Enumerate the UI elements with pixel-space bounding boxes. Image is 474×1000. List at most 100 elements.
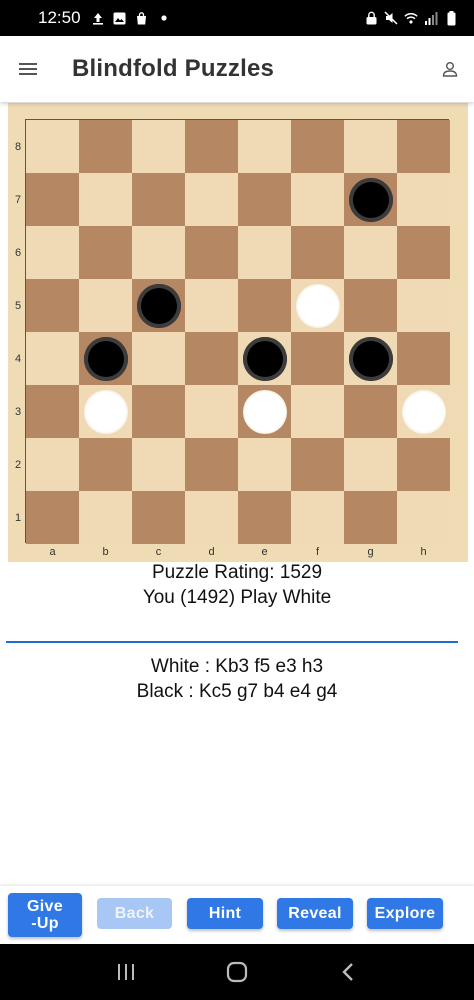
square-c1[interactable] xyxy=(132,491,185,544)
square-b4[interactable] xyxy=(79,332,132,385)
square-c5[interactable] xyxy=(132,279,185,332)
square-g1[interactable] xyxy=(344,491,397,544)
square-f5[interactable] xyxy=(291,279,344,332)
square-d3[interactable] xyxy=(185,385,238,438)
square-e5[interactable] xyxy=(238,279,291,332)
square-h4[interactable] xyxy=(397,332,450,385)
system-nav-bar xyxy=(0,944,474,1000)
square-c3[interactable] xyxy=(132,385,185,438)
square-d2[interactable] xyxy=(185,438,238,491)
back-button[interactable]: Back xyxy=(97,898,172,929)
square-a8[interactable] xyxy=(26,120,79,173)
square-b5[interactable] xyxy=(79,279,132,332)
square-b8[interactable] xyxy=(79,120,132,173)
page-title: Blindfold Puzzles xyxy=(72,55,275,82)
square-c6[interactable] xyxy=(132,226,185,279)
square-d4[interactable] xyxy=(185,332,238,385)
square-g8[interactable] xyxy=(344,120,397,173)
black-piece-b4[interactable] xyxy=(83,336,128,381)
rank-label-1: 1 xyxy=(14,512,22,524)
square-e4[interactable] xyxy=(238,332,291,385)
board-frame: 8 7 6 5 4 3 2 1 a b c d e f g h xyxy=(8,103,468,562)
divider xyxy=(6,641,458,643)
square-b3[interactable] xyxy=(79,385,132,438)
home-icon[interactable] xyxy=(217,952,257,992)
white-piece-b3[interactable] xyxy=(83,389,128,434)
square-a5[interactable] xyxy=(26,279,79,332)
hamburger-menu-icon[interactable] xyxy=(0,36,56,102)
lock-icon xyxy=(364,11,378,25)
action-toolbar: Give-Up Back Hint Reveal Explore xyxy=(0,886,474,944)
square-h8[interactable] xyxy=(397,120,450,173)
square-b7[interactable] xyxy=(79,173,132,226)
black-piece-g4[interactable] xyxy=(348,336,393,381)
square-a6[interactable] xyxy=(26,226,79,279)
square-d7[interactable] xyxy=(185,173,238,226)
checkers-board[interactable] xyxy=(25,119,450,544)
reveal-button[interactable]: Reveal xyxy=(277,898,353,929)
square-f6[interactable] xyxy=(291,226,344,279)
square-f2[interactable] xyxy=(291,438,344,491)
square-a2[interactable] xyxy=(26,438,79,491)
white-piece-h3[interactable] xyxy=(401,389,446,434)
person-icon[interactable] xyxy=(426,36,474,102)
recent-apps-icon[interactable] xyxy=(106,952,146,992)
square-d5[interactable] xyxy=(185,279,238,332)
square-g3[interactable] xyxy=(344,385,397,438)
white-pieces-line: White : Kb3 f5 e3 h3 xyxy=(150,656,324,677)
white-piece-e3[interactable] xyxy=(242,389,287,434)
square-h2[interactable] xyxy=(397,438,450,491)
back-icon[interactable] xyxy=(328,952,368,992)
square-e3[interactable] xyxy=(238,385,291,438)
square-a1[interactable] xyxy=(26,491,79,544)
square-g6[interactable] xyxy=(344,226,397,279)
square-c2[interactable] xyxy=(132,438,185,491)
black-piece-c5[interactable] xyxy=(136,283,181,328)
hint-button[interactable]: Hint xyxy=(187,898,263,929)
square-e2[interactable] xyxy=(238,438,291,491)
square-e8[interactable] xyxy=(238,120,291,173)
file-label-b: b xyxy=(102,546,109,558)
square-a3[interactable] xyxy=(26,385,79,438)
square-f1[interactable] xyxy=(291,491,344,544)
black-pieces-line: Black : Kc5 g7 b4 e4 g4 xyxy=(136,681,338,702)
file-label-g: g xyxy=(367,546,374,558)
black-piece-e4[interactable] xyxy=(242,336,287,381)
file-label-h: h xyxy=(420,546,427,558)
square-f4[interactable] xyxy=(291,332,344,385)
square-g5[interactable] xyxy=(344,279,397,332)
puzzle-rating: Puzzle Rating: 1529 xyxy=(151,562,323,583)
square-c4[interactable] xyxy=(132,332,185,385)
square-d1[interactable] xyxy=(185,491,238,544)
square-b6[interactable] xyxy=(79,226,132,279)
black-piece-g7[interactable] xyxy=(348,177,393,222)
square-h3[interactable] xyxy=(397,385,450,438)
square-h7[interactable] xyxy=(397,173,450,226)
square-f7[interactable] xyxy=(291,173,344,226)
upload-icon xyxy=(91,11,105,25)
square-f3[interactable] xyxy=(291,385,344,438)
square-h6[interactable] xyxy=(397,226,450,279)
square-c7[interactable] xyxy=(132,173,185,226)
square-e1[interactable] xyxy=(238,491,291,544)
square-g7[interactable] xyxy=(344,173,397,226)
square-a7[interactable] xyxy=(26,173,79,226)
square-h1[interactable] xyxy=(397,491,450,544)
rank-label-2: 2 xyxy=(14,459,22,471)
square-c8[interactable] xyxy=(132,120,185,173)
square-g2[interactable] xyxy=(344,438,397,491)
square-a4[interactable] xyxy=(26,332,79,385)
give-up-button[interactable]: Give-Up xyxy=(8,893,82,937)
square-h5[interactable] xyxy=(397,279,450,332)
square-e6[interactable] xyxy=(238,226,291,279)
square-b2[interactable] xyxy=(79,438,132,491)
square-b1[interactable] xyxy=(79,491,132,544)
explore-button[interactable]: Explore xyxy=(367,898,443,929)
square-d8[interactable] xyxy=(185,120,238,173)
square-f8[interactable] xyxy=(291,120,344,173)
square-d6[interactable] xyxy=(185,226,238,279)
file-label-f: f xyxy=(315,546,320,558)
square-e7[interactable] xyxy=(238,173,291,226)
white-piece-f5[interactable] xyxy=(295,283,340,328)
square-g4[interactable] xyxy=(344,332,397,385)
